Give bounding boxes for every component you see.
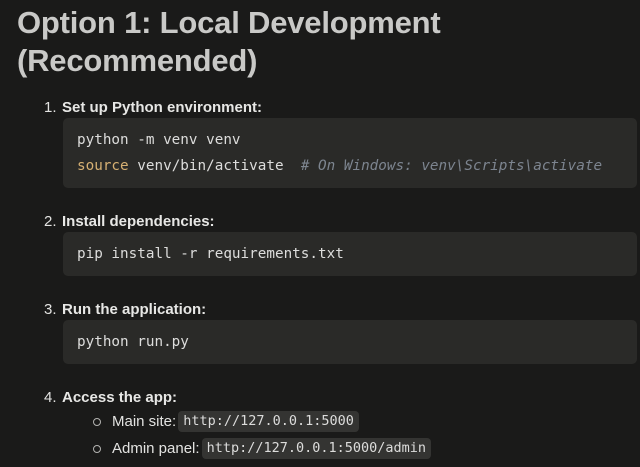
code-block: pip install -r requirements.txt: [63, 232, 637, 276]
code-token-plain: venv/bin/activate: [128, 158, 301, 174]
inline-code-url: http://127.0.0.1:5000: [178, 411, 359, 432]
step-number: 4.: [44, 389, 57, 406]
sub-bullet-list: Main site: http://127.0.0.1:5000 Admin pa…: [44, 408, 640, 462]
code-line: python -m venv venv: [77, 127, 631, 153]
step-label: Set up Python environment:: [62, 99, 263, 116]
step-heading: 3. Run the application:: [44, 300, 640, 320]
document: Option 1: Local Development (Recommended…: [0, 0, 640, 462]
step-item: 4. Access the app: Main site: http://127.0…: [44, 388, 640, 462]
step-heading: 2. Install dependencies:: [44, 212, 640, 232]
step-number: 1.: [44, 99, 57, 116]
step-label: Run the application:: [62, 301, 207, 318]
bullet-circle-icon: [93, 444, 101, 453]
inline-code-url: http://127.0.0.1:5000/admin: [201, 438, 432, 459]
code-token-plain: python -m venv venv: [77, 132, 241, 148]
code-token-plain: python run.py: [77, 334, 189, 350]
bullet-text: Main site:: [112, 413, 177, 430]
sub-bullet-item: Admin panel: http://127.0.0.1:5000/admin: [93, 435, 640, 462]
step-heading: 4. Access the app:: [44, 388, 640, 408]
code-line: pip install -r requirements.txt: [77, 241, 631, 267]
code-token-plain: pip install -r requirements.txt: [77, 246, 344, 262]
steps-list: 1. Set up Python environment: python -m ve…: [17, 98, 640, 462]
bullet-text: Admin panel:: [112, 440, 200, 457]
step-label: Install dependencies:: [62, 213, 215, 230]
code-line: source venv/bin/activate # On Windows: v…: [77, 153, 631, 179]
step-number: 2.: [44, 213, 57, 230]
step-item: 2. Install dependencies: pip install -r re…: [44, 212, 640, 276]
bullet-circle-icon: [93, 417, 101, 426]
step-number: 3.: [44, 301, 57, 318]
page-title: Option 1: Local Development (Recommended…: [17, 5, 441, 78]
step-item: 3. Run the application: python run.py: [44, 300, 640, 364]
code-token-comment: # On Windows: venv\Scripts\activate: [300, 158, 603, 174]
step-label: Access the app:: [62, 389, 178, 406]
sub-bullet-item: Main site: http://127.0.0.1:5000: [93, 408, 640, 435]
code-block: python -m venv venv source venv/bin/activ…: [63, 118, 637, 188]
code-line: python run.py: [77, 329, 631, 355]
code-block: python run.py: [63, 320, 637, 364]
step-item: 1. Set up Python environment: python -m ve…: [44, 98, 640, 188]
code-token-keyword: source: [77, 158, 129, 174]
step-heading: 1. Set up Python environment:: [44, 98, 640, 118]
